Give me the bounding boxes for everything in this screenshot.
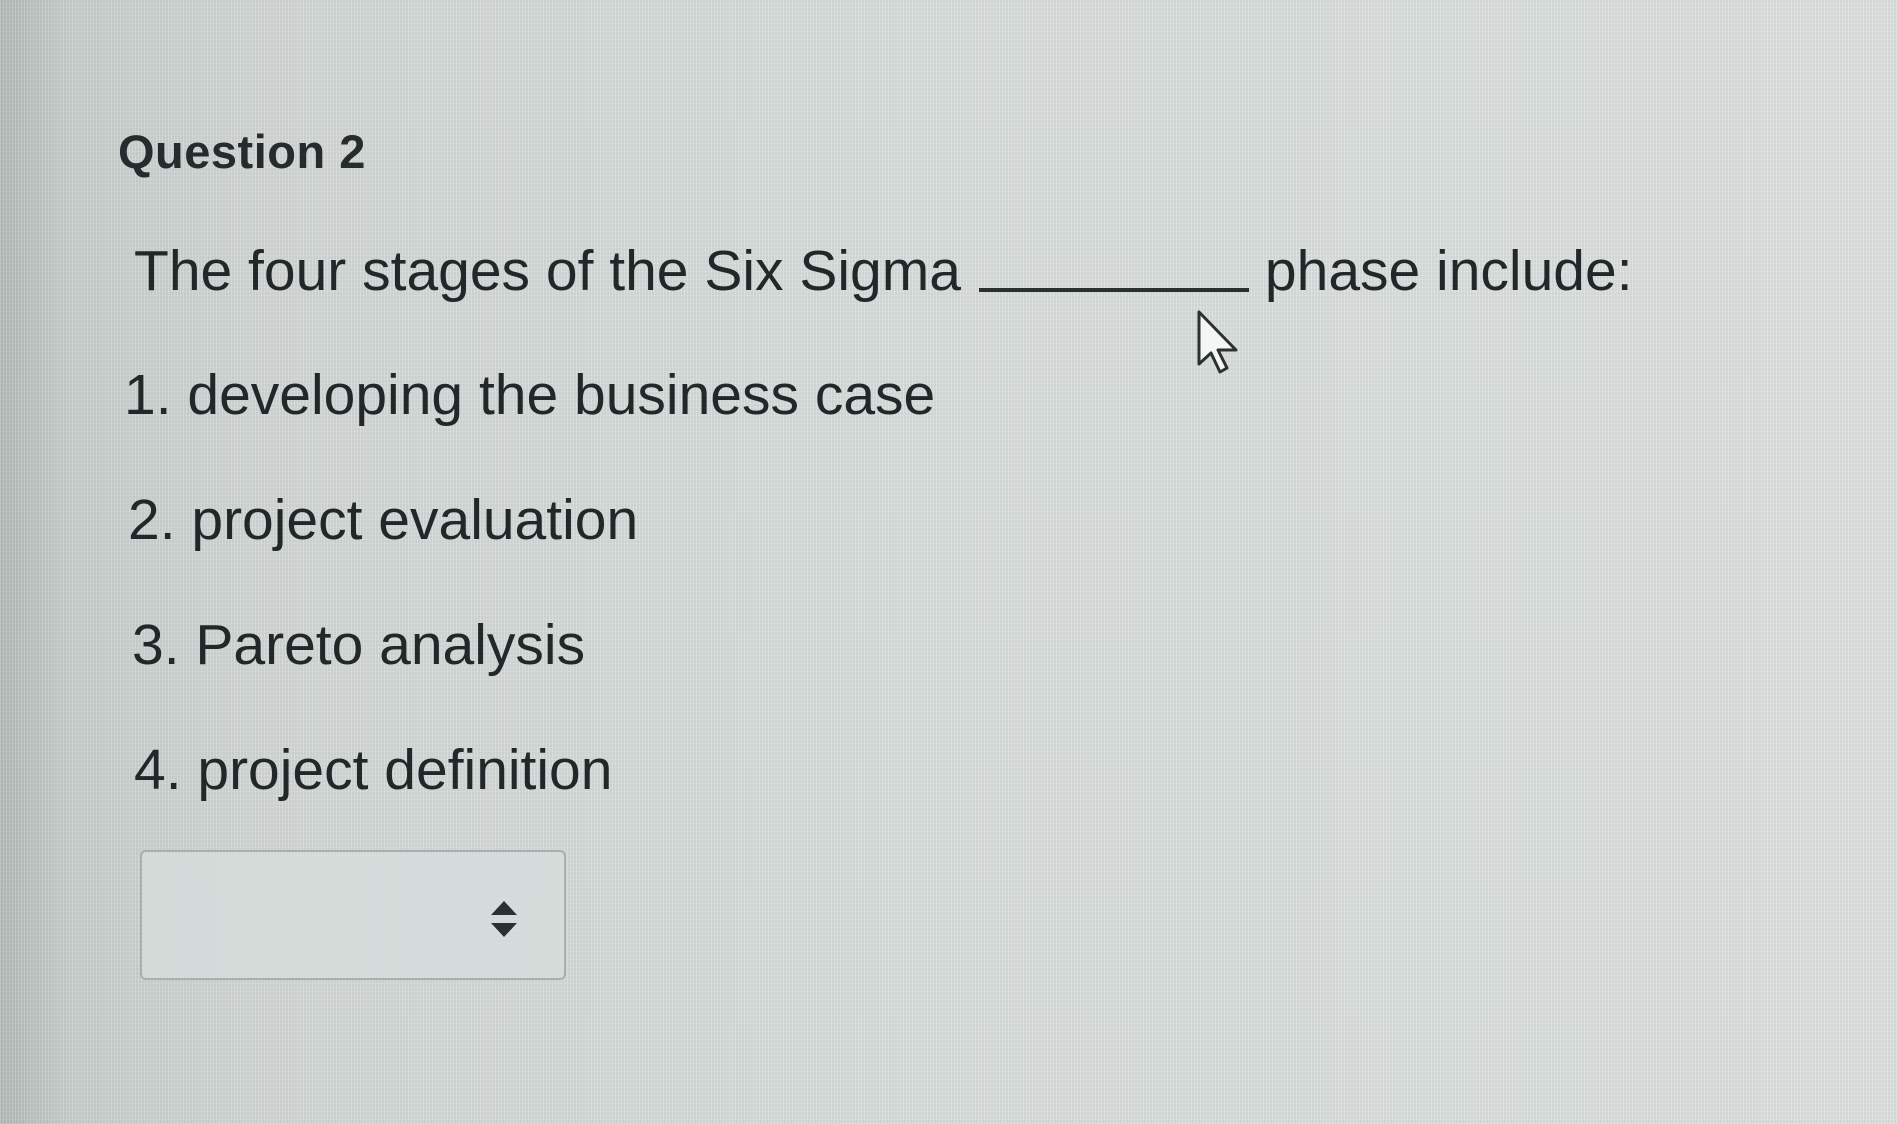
list-item: 4. project definition <box>134 738 613 802</box>
quiz-page: Question 2 The four stages of the Six Si… <box>0 0 1897 1124</box>
answer-dropdown[interactable] <box>140 850 566 980</box>
prompt-text-before: The four stages of the Six Sigma <box>134 239 961 303</box>
prompt-text-after: phase include: <box>1264 239 1633 303</box>
list-item: 1. developing the business case <box>124 363 936 427</box>
stages-list: 1. developing the business case 2. proje… <box>124 362 935 862</box>
question-title: Question 2 <box>118 125 366 178</box>
select-arrows-icon <box>491 901 517 937</box>
list-item: 3. Pareto analysis <box>132 613 586 677</box>
question-prompt: The four stages of the Six Sigma phase in… <box>134 238 1633 304</box>
mouse-pointer-icon <box>1197 310 1238 374</box>
list-item: 2. project evaluation <box>128 488 639 552</box>
fill-in-blank <box>978 288 1249 292</box>
